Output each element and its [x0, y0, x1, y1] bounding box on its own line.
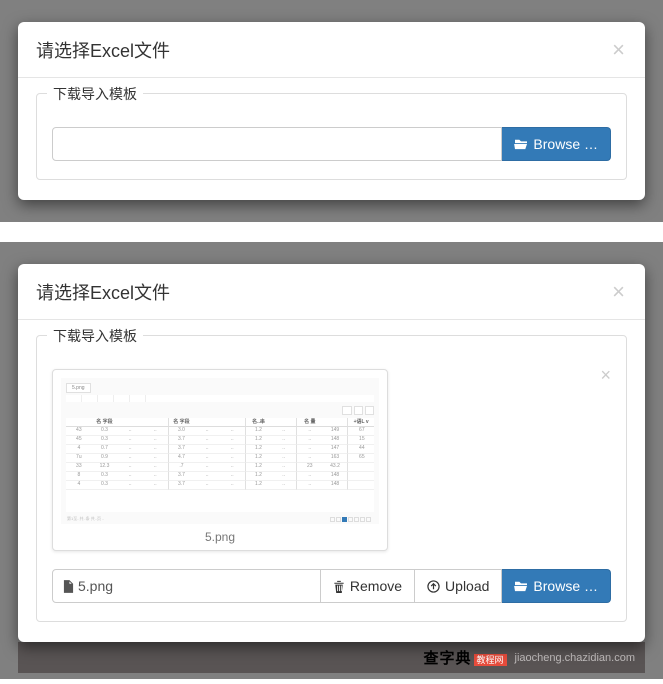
spacer: [0, 222, 663, 242]
thumbnail-image: 5.png 名 字段 名 字段 名..串 名 量 +语L v 430.3....…: [61, 378, 379, 524]
trash-icon: [333, 580, 345, 593]
remove-button[interactable]: Remove: [321, 569, 415, 603]
download-template-fieldset: 下载导入模板 Browse …: [36, 93, 627, 180]
dialog-header: 请选择Excel文件 ×: [18, 264, 645, 320]
remove-preview-button[interactable]: ×: [600, 365, 611, 386]
container-2: 请选择Excel文件 × 下载导入模板 × 5.png 名 字段 名 字: [0, 242, 663, 679]
fieldset-legend: 下载导入模板: [47, 84, 143, 104]
browse-label: Browse …: [533, 136, 598, 152]
close-button[interactable]: ×: [610, 39, 627, 61]
container-1: 请选择Excel文件 × 下载导入模板 Browse …: [0, 0, 663, 222]
dialog-title: 请选择Excel文件: [36, 279, 170, 305]
file-name-text: 5.png: [78, 578, 113, 594]
file-input-group: Browse …: [52, 127, 611, 161]
upload-label: Upload: [445, 578, 489, 594]
file-name-input[interactable]: 5.png: [52, 569, 321, 603]
upload-button[interactable]: Upload: [415, 569, 502, 603]
preview-thumbnail-card[interactable]: 5.png 名 字段 名 字段 名..串 名 量 +语L v 430.3....…: [52, 369, 388, 551]
logo-sub-text: 教程网: [474, 654, 507, 666]
file-icon: [63, 580, 74, 593]
thumbnail-caption: 5.png: [61, 524, 379, 544]
file-preview-area: × 5.png 名 字段 名 字段 名..串 名 量 +语L v 430.3..…: [52, 369, 611, 551]
download-template-fieldset: 下载导入模板 × 5.png 名 字段 名 字段 名..串 名 量 +语L v …: [36, 335, 627, 622]
dialog-select-excel-preview: 请选择Excel文件 × 下载导入模板 × 5.png 名 字段 名 字: [18, 264, 645, 642]
browse-label: Browse …: [533, 578, 598, 594]
browse-button[interactable]: Browse …: [502, 569, 611, 603]
dialog-body: 下载导入模板 × 5.png 名 字段 名 字段 名..串 名 量 +语L v …: [18, 320, 645, 642]
file-input-group: 5.png Remove Upload: [52, 569, 611, 603]
folder-open-icon: [514, 580, 528, 592]
close-button[interactable]: ×: [610, 281, 627, 303]
folder-open-icon: [514, 138, 528, 150]
fieldset-legend: 下载导入模板: [47, 326, 143, 346]
upload-icon: [427, 580, 440, 593]
site-logo: 查字典教程网: [424, 647, 507, 668]
logo-main-text: 查字典: [424, 650, 472, 667]
browse-button[interactable]: Browse …: [502, 127, 611, 161]
site-url: jiaocheng.chazidian.com: [515, 652, 635, 664]
dialog-title: 请选择Excel文件: [36, 37, 170, 63]
watermark-footer: 查字典教程网 jiaocheng.chazidian.com: [18, 642, 645, 673]
dialog-select-excel: 请选择Excel文件 × 下载导入模板 Browse …: [18, 22, 645, 200]
file-name-input[interactable]: [52, 127, 502, 161]
dialog-header: 请选择Excel文件 ×: [18, 22, 645, 78]
dialog-body: 下载导入模板 Browse …: [18, 78, 645, 200]
remove-label: Remove: [350, 578, 402, 594]
